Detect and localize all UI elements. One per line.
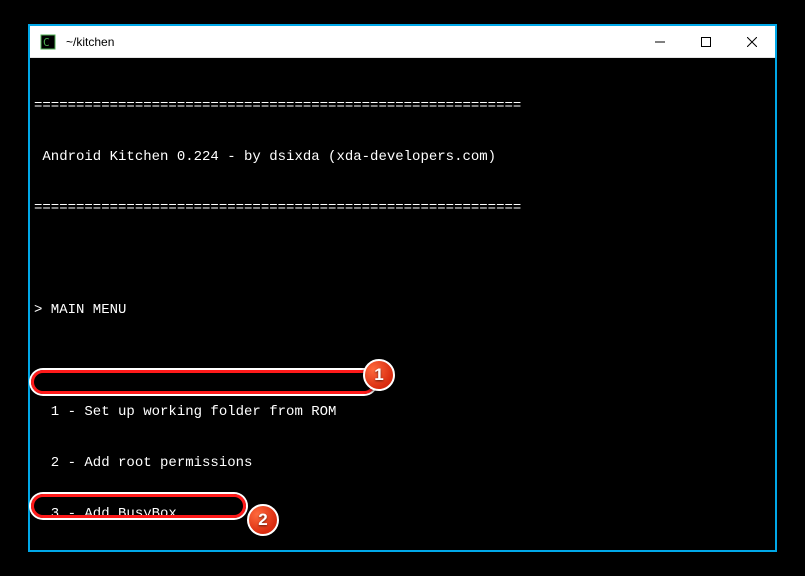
menu-item-1: 1 - Set up working folder from ROM — [34, 404, 771, 421]
close-button[interactable] — [729, 26, 775, 57]
terminal-content[interactable]: ========================================… — [30, 58, 775, 550]
maximize-button[interactable] — [683, 26, 729, 57]
menu-title: > MAIN MENU — [34, 302, 771, 319]
blank-line — [34, 353, 771, 370]
app-icon: C — [38, 32, 58, 52]
app-header: Android Kitchen 0.224 - by dsixda (xda-d… — [34, 149, 771, 166]
separator-line: ========================================… — [34, 200, 771, 217]
minimize-button[interactable] — [637, 26, 683, 57]
separator-line: ========================================… — [34, 98, 771, 115]
window-controls — [637, 26, 775, 57]
titlebar: C ~/kitchen — [30, 26, 775, 58]
blank-line — [34, 251, 771, 268]
menu-item-3: 3 - Add BusyBox — [34, 506, 771, 523]
terminal-window: C ~/kitchen ============================… — [28, 24, 777, 552]
svg-text:C: C — [43, 36, 50, 49]
menu-item-2: 2 - Add root permissions — [34, 455, 771, 472]
window-title: ~/kitchen — [66, 35, 637, 49]
